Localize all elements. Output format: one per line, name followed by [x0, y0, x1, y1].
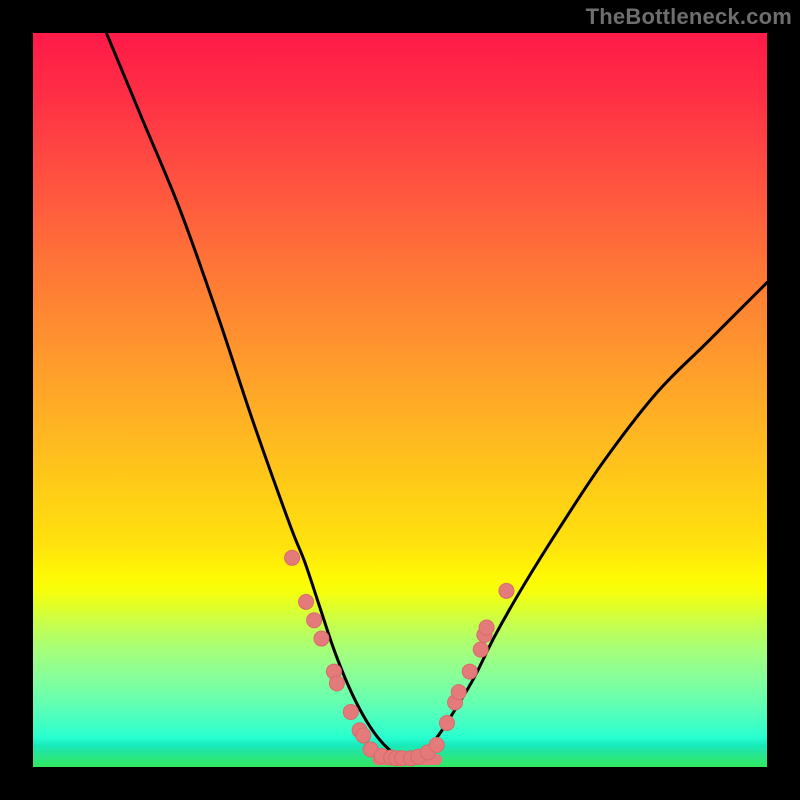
data-dot-left: [356, 728, 371, 743]
data-dot-floor: [429, 737, 444, 752]
data-dot-right: [473, 642, 488, 657]
bottleneck-curve-svg: [33, 33, 767, 767]
plot-area: [33, 33, 767, 767]
data-dot-left: [343, 704, 358, 719]
data-dot-right: [479, 620, 494, 635]
curve-left-curve: [106, 33, 407, 760]
chart-frame: TheBottleneck.com: [0, 0, 800, 800]
data-dot-right: [439, 715, 454, 730]
data-dot-left: [314, 631, 329, 646]
data-dot-right: [451, 685, 466, 700]
watermark-text: TheBottleneck.com: [586, 4, 792, 30]
data-dot-left: [307, 613, 322, 628]
data-dot-left: [329, 676, 344, 691]
data-dot-left: [299, 594, 314, 609]
data-dot-right: [499, 583, 514, 598]
data-dot-right: [462, 664, 477, 679]
data-dot-left: [285, 550, 300, 565]
